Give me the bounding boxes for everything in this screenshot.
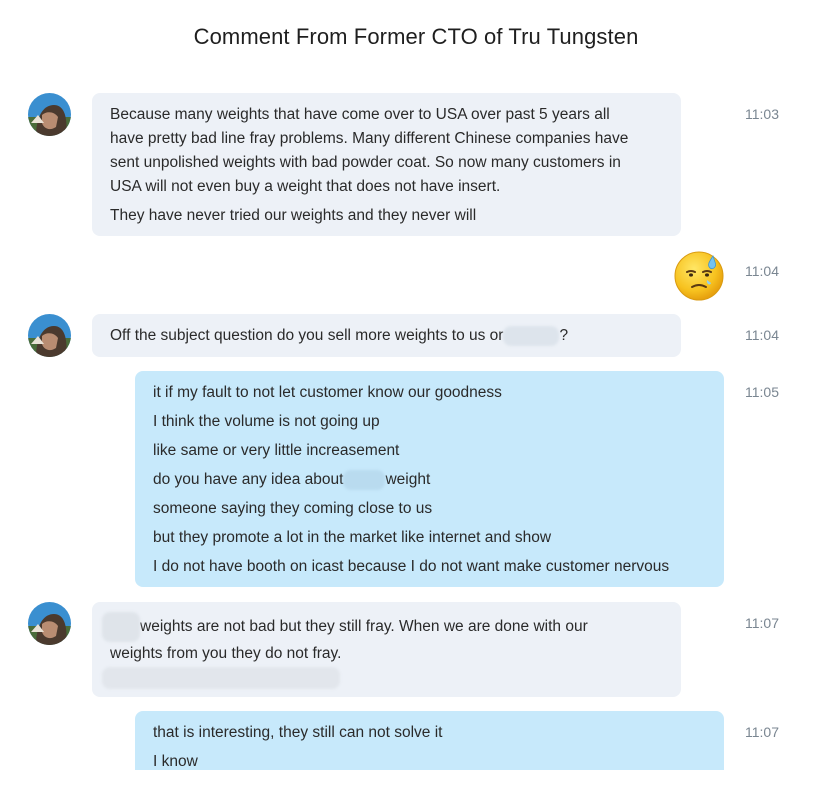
redacted-text — [343, 469, 386, 490]
page-title: Comment From Former CTO of Tru Tungsten — [193, 24, 639, 49]
message-text: They have never tried our weights and th… — [110, 207, 477, 224]
bottom-cutoff — [0, 770, 832, 800]
message-text: have pretty bad line fray problems. Many… — [110, 130, 629, 147]
message-text: sent unpolished weights with bad powder … — [110, 154, 621, 171]
message-text: weights from you they do not fray. — [110, 645, 342, 662]
message-text: it if my fault to not let customer know … — [153, 384, 502, 401]
timestamp: 11:07 — [745, 615, 779, 631]
avatar[interactable] — [28, 93, 71, 136]
redacted-text — [102, 666, 340, 689]
timestamp: 11:04 — [745, 327, 779, 343]
message-text: like same or very little increasement — [153, 442, 400, 459]
redacted-text — [503, 325, 560, 346]
timestamp: 11:03 — [745, 106, 779, 122]
timestamp: 11:04 — [745, 263, 779, 279]
message-text: USA will not even buy a weight that does… — [110, 178, 501, 195]
message-text: do you have any idea about — [153, 471, 344, 488]
message-text: but they promote a lot in the market lik… — [153, 529, 552, 546]
message-text: Off the subject question do you sell mor… — [110, 327, 504, 344]
message-bubble: Because many weights that have come over… — [92, 93, 681, 236]
timestamp: 11:07 — [745, 724, 779, 740]
avatar[interactable] — [28, 602, 71, 645]
redacted-text — [102, 612, 140, 642]
message-text: I do not have booth on icast because I d… — [153, 558, 670, 575]
avatar[interactable] — [28, 314, 71, 357]
message-text: Because many weights that have come over… — [110, 106, 610, 123]
message-bubble: Off the subject question do you sell mor… — [92, 314, 681, 357]
anxious-sweat-face-icon — [674, 251, 724, 301]
message-text: weight — [385, 471, 431, 488]
message-text: I think the volume is not going up — [153, 413, 380, 430]
message-text: weights are not bad but they still fray.… — [140, 618, 588, 636]
timestamp: 11:05 — [745, 384, 779, 400]
message-text: someone saying they coming close to us — [153, 500, 433, 517]
message-text: that is interesting, they still can not … — [153, 724, 443, 741]
message-bubble: weights are not bad but they still fray.… — [92, 602, 681, 697]
message-text: ? — [559, 327, 569, 344]
message-bubble: it if my fault to not let customer know … — [135, 371, 724, 587]
